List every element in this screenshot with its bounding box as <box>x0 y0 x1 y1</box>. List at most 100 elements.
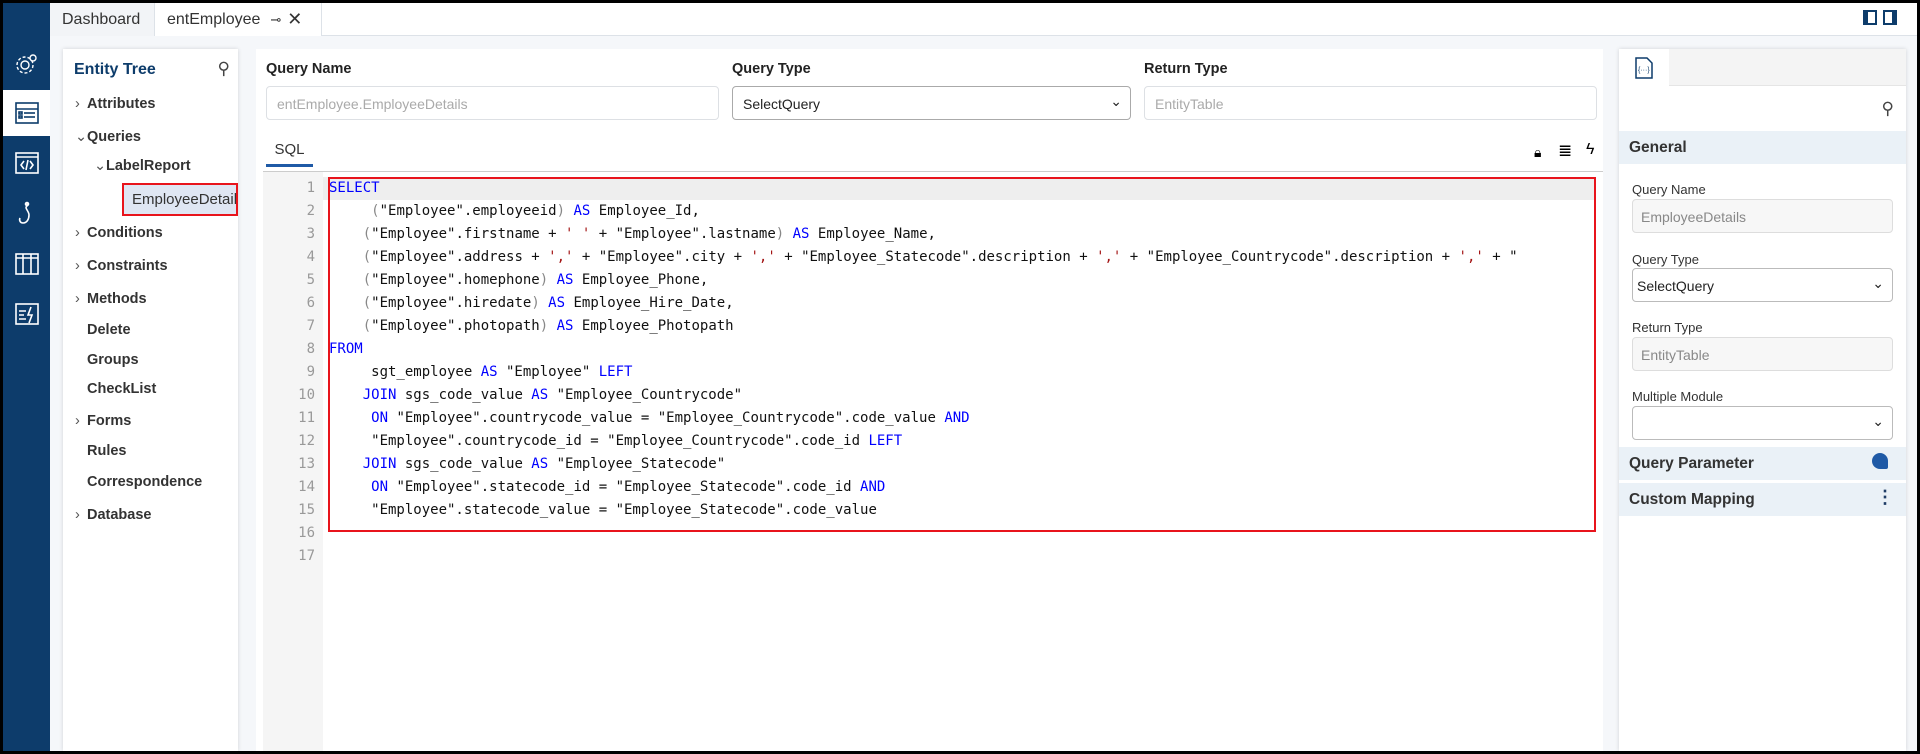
hook-icon[interactable] <box>3 191 50 237</box>
line-number: 16 <box>298 525 315 541</box>
sql-string: ',' <box>1096 249 1122 265</box>
code-icon[interactable] <box>3 140 50 186</box>
tab-entemployee[interactable]: entEmployee ⊸ ✕ <box>155 3 322 36</box>
tab-label: entEmployee <box>167 10 261 28</box>
lightning-icon[interactable]: ϟ <box>1586 141 1594 159</box>
code-line: ("Employee".address + ',' + "Employee".c… <box>329 246 1593 269</box>
sql-text: "Employee".address + <box>371 249 549 265</box>
tree-item-groups[interactable]: Groups <box>87 352 139 368</box>
sql-string: ' ' <box>565 226 591 242</box>
return-type-input[interactable]: EntityTable <box>1144 86 1597 120</box>
sql-keyword: AS <box>565 203 591 219</box>
lock-icon[interactable]: 🔒︎ <box>1534 144 1541 161</box>
sql-text: ) <box>531 295 540 311</box>
sql-text: + "Employee".city + <box>573 249 751 265</box>
sql-keyword: AS <box>480 364 498 380</box>
sql-text: ) <box>539 272 549 288</box>
sql-text: + "Employee_Statecode".description + <box>775 249 1097 265</box>
sql-keyword: ON <box>371 410 389 426</box>
chevron-right-icon: › <box>75 258 80 274</box>
layout-toggles <box>1863 10 1897 25</box>
tab-dashboard[interactable]: Dashboard <box>50 3 155 36</box>
query-type-select[interactable]: SelectQuery ⌄ <box>732 86 1131 120</box>
tree-item-checklist[interactable]: CheckList <box>87 381 156 397</box>
chevron-down-icon: ⌄ <box>1872 275 1884 291</box>
code-line: "Employee".countrycode_id = "Employee_Co… <box>329 430 1593 453</box>
sql-text: Employee_Hire_Date, <box>565 295 734 311</box>
more-options-icon[interactable]: ⋮ <box>1876 487 1894 508</box>
sql-text: Employee_Id, <box>590 203 700 219</box>
panel-query-type-select[interactable]: SelectQuery ⌄ <box>1632 268 1893 302</box>
app-sidebar <box>3 3 50 751</box>
line-number: 12 <box>298 433 315 449</box>
rules-icon[interactable] <box>3 291 50 337</box>
sql-code-editor[interactable]: 1 2 3 4 5 6 7 8 9 10 11 12 13 14 15 16 17 SELECT ("Emplo… <box>263 171 1603 751</box>
close-icon[interactable]: ✕ <box>287 9 302 30</box>
pin-icon[interactable]: ⊸ <box>270 12 281 28</box>
line-number: 11 <box>298 410 315 426</box>
sql-text: "Employee".firstname + <box>371 226 566 242</box>
panel-return-type-input[interactable]: EntityTable <box>1632 337 1893 371</box>
query-name-input[interactable]: entEmployee.EmployeeDetails <box>266 86 719 120</box>
tree-item-methods[interactable]: › Methods <box>75 291 147 307</box>
code-line: "Employee".statecode_value = "Employee_S… <box>329 499 1593 522</box>
sql-keyword: ON <box>371 479 389 495</box>
sql-string: ',' <box>548 249 574 265</box>
tree-item-queries[interactable]: ⌄Queries <box>75 129 141 145</box>
properties-panel: {···} ⚲ General Query Name EmployeeDetai… <box>1619 49 1906 751</box>
code-line: JOIN sgs_code_value AS "Employee_Stateco… <box>329 453 1593 476</box>
sql-keyword: AND <box>944 410 970 426</box>
sql-text: ( <box>362 318 372 334</box>
database-parameter-icon[interactable] <box>1872 453 1888 469</box>
tree-item-labelreport[interactable]: ⌄LabelReport <box>94 158 191 174</box>
search-icon[interactable]: ⚲ <box>1882 99 1894 119</box>
sql-keyword: JOIN <box>362 456 397 472</box>
sql-text: ( <box>362 249 372 265</box>
tree-item-constraints[interactable]: › Constraints <box>75 258 168 274</box>
tab-sql[interactable]: SQL <box>266 141 313 167</box>
panel-query-name-input[interactable]: EmployeeDetails <box>1632 199 1893 233</box>
line-number: 1 <box>306 180 315 196</box>
tab-query-json[interactable]: {···} <box>1619 49 1669 87</box>
sql-text: sgs_code_value <box>396 456 532 472</box>
tree-item-conditions[interactable]: › Conditions <box>75 225 163 241</box>
entity-list-icon[interactable] <box>3 90 50 136</box>
sql-text: + "Employee_Countrycode".description + <box>1121 249 1459 265</box>
chevron-right-icon: › <box>75 507 80 523</box>
right-panel-toggle-icon[interactable] <box>1883 10 1897 25</box>
sql-keyword: AS <box>548 318 574 334</box>
sql-text: Employee_Name, <box>809 226 936 242</box>
table-columns-icon[interactable] <box>3 241 50 287</box>
tree-item-forms[interactable]: › Forms <box>75 413 131 429</box>
custom-mapping-section[interactable]: Custom Mapping ⋮ <box>1619 483 1906 516</box>
sql-text: Employee_Photopath <box>573 318 734 334</box>
sql-text: ) <box>775 226 785 242</box>
multiple-module-select[interactable]: ⌄ <box>1632 406 1893 440</box>
line-number: 17 <box>298 548 315 564</box>
tree-item-database[interactable]: › Database <box>75 507 151 523</box>
chevron-right-icon: › <box>75 225 80 241</box>
tree-item-delete[interactable]: Delete <box>87 322 131 338</box>
general-section[interactable]: General <box>1619 131 1906 164</box>
format-align-icon[interactable]: ≣ <box>1558 141 1572 161</box>
chevron-right-icon: › <box>75 291 80 307</box>
sql-keyword: AS <box>784 226 810 242</box>
gear-icon[interactable] <box>3 41 50 87</box>
line-number: 15 <box>298 502 315 518</box>
left-panel-toggle-icon[interactable] <box>1863 10 1877 25</box>
tree-item-correspondence[interactable]: Correspondence <box>87 474 202 490</box>
sql-text: "Employee".employeeid <box>379 203 557 219</box>
tree-item-attributes[interactable]: › Attributes <box>75 96 155 112</box>
code-line: ("Employee".hiredate) AS Employee_Hire_D… <box>329 292 1593 315</box>
query-parameter-section[interactable]: Query Parameter <box>1619 447 1906 480</box>
line-number: 5 <box>306 272 315 288</box>
code-line: ("Employee".photopath) AS Employee_Photo… <box>329 315 1593 338</box>
sql-keyword: AND <box>860 479 886 495</box>
sql-text: "Employee".homephone <box>371 272 540 288</box>
tree-item-employeedetails[interactable]: EmployeeDetails <box>122 183 238 216</box>
sql-keyword: AS <box>548 272 574 288</box>
search-icon[interactable]: ⚲ <box>218 59 230 79</box>
tree-item-rules[interactable]: Rules <box>87 443 127 459</box>
